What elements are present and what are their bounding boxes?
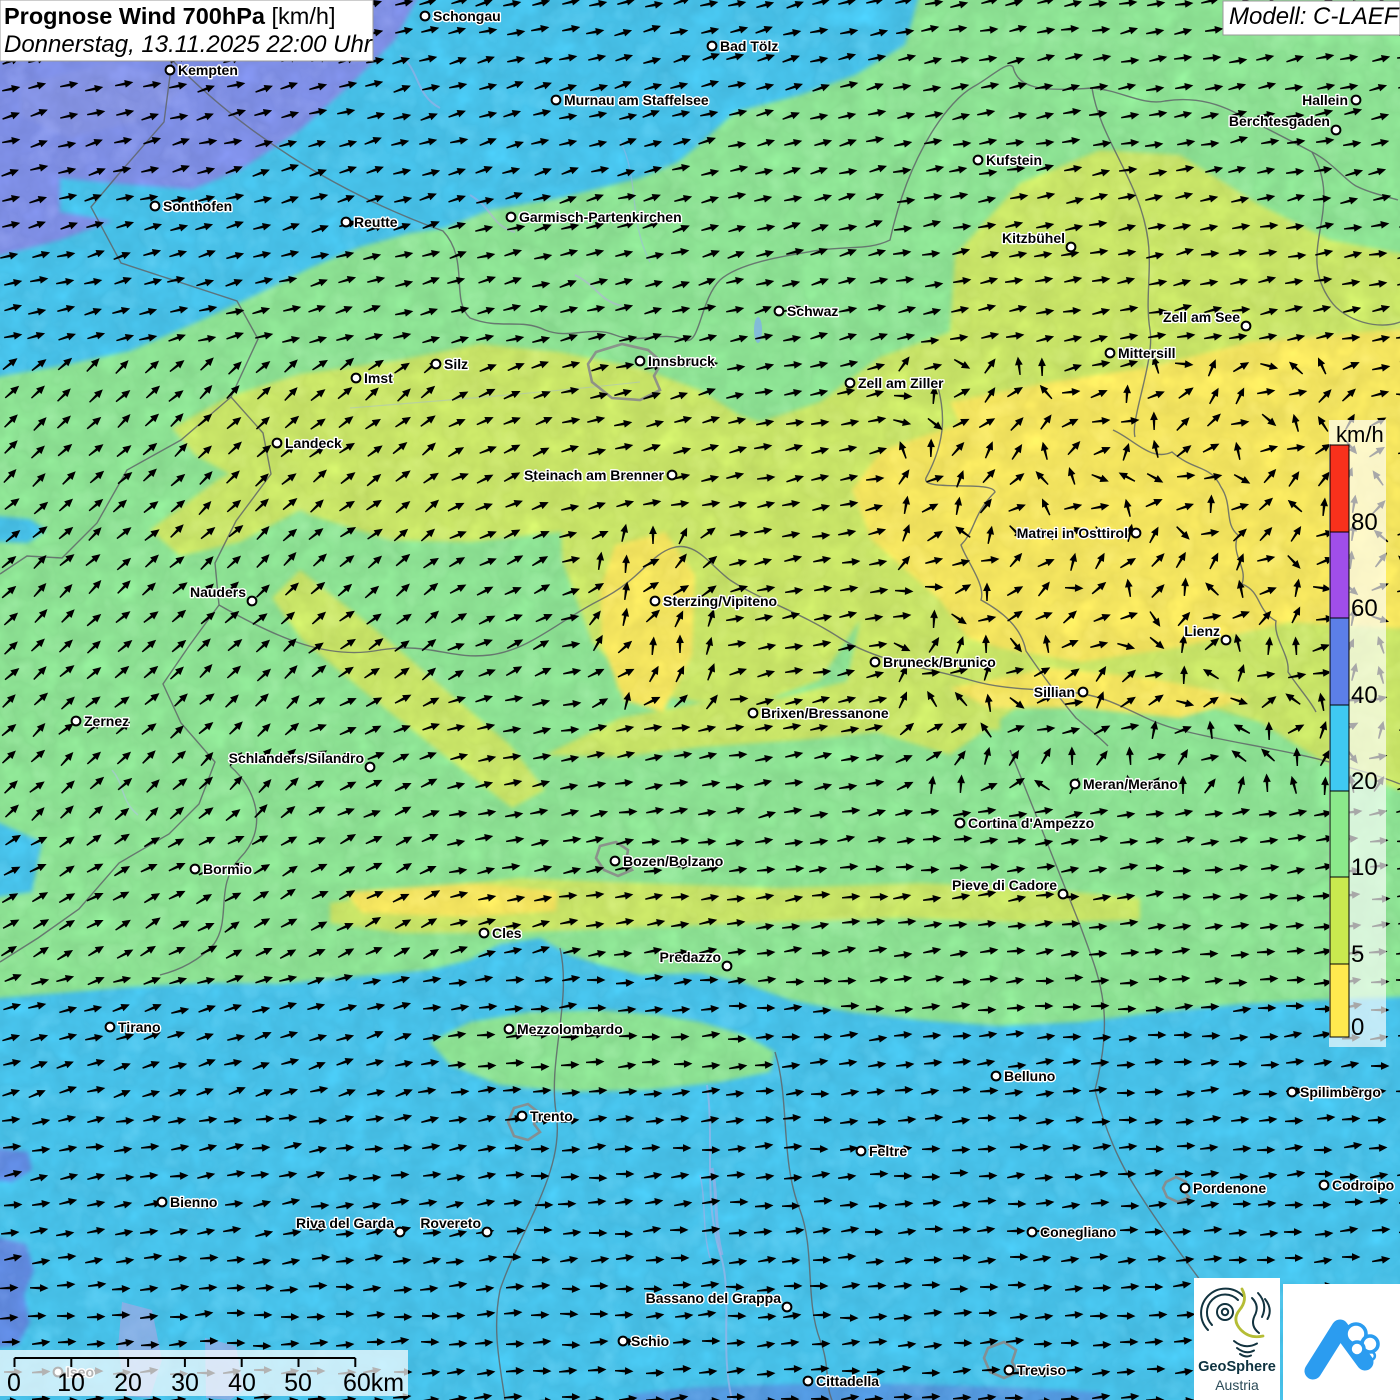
svg-text:Innsbruck: Innsbruck <box>648 353 715 369</box>
svg-text:Trento: Trento <box>530 1108 573 1124</box>
svg-text:Bormio: Bormio <box>203 861 252 877</box>
svg-text:Matrei in Osttirol: Matrei in Osttirol <box>1017 525 1128 541</box>
svg-text:40: 40 <box>228 1369 256 1397</box>
svg-text:Codroipo: Codroipo <box>1332 1177 1394 1193</box>
svg-text:60km: 60km <box>343 1369 404 1397</box>
svg-text:Berchtesgaden: Berchtesgaden <box>1229 113 1330 129</box>
svg-text:Austria: Austria <box>1215 1377 1259 1393</box>
svg-text:0: 0 <box>1351 1014 1364 1041</box>
svg-text:Schlanders/Silandro: Schlanders/Silandro <box>229 750 364 766</box>
svg-text:Imst: Imst <box>364 370 393 386</box>
svg-text:0: 0 <box>7 1369 21 1397</box>
svg-text:50: 50 <box>284 1369 312 1397</box>
svg-text:10: 10 <box>1351 854 1378 881</box>
svg-text:Nauders: Nauders <box>190 584 246 600</box>
svg-text:Modell: C-LAEF: Modell: C-LAEF <box>1229 3 1400 30</box>
svg-text:Sillian: Sillian <box>1034 684 1075 700</box>
svg-text:Reutte: Reutte <box>354 214 398 230</box>
svg-text:Belluno: Belluno <box>1004 1068 1055 1084</box>
svg-text:Pieve di Cadore: Pieve di Cadore <box>952 877 1057 893</box>
svg-text:Bienno: Bienno <box>170 1194 217 1210</box>
svg-text:Bassano del Grappa: Bassano del Grappa <box>646 1290 782 1306</box>
svg-text:Donnerstag, 13.11.2025 22:00 U: Donnerstag, 13.11.2025 22:00 Uhr <box>4 31 373 58</box>
svg-text:km/h: km/h <box>1336 422 1384 447</box>
svg-text:Cittadella: Cittadella <box>816 1373 879 1389</box>
svg-text:Rovereto: Rovereto <box>420 1215 481 1231</box>
svg-text:20: 20 <box>1351 768 1378 795</box>
svg-text:Sterzing/Vipiteno: Sterzing/Vipiteno <box>663 593 777 609</box>
svg-text:Spilimbergo: Spilimbergo <box>1300 1084 1381 1100</box>
svg-text:20: 20 <box>114 1369 142 1397</box>
svg-text:10: 10 <box>57 1369 85 1397</box>
svg-text:Zell am Ziller: Zell am Ziller <box>858 375 944 391</box>
svg-text:Kempten: Kempten <box>178 62 238 78</box>
svg-text:Pordenone: Pordenone <box>1193 1180 1266 1196</box>
svg-text:Steinach am Brenner: Steinach am Brenner <box>524 467 665 483</box>
svg-text:Cortina d'Ampezzo: Cortina d'Ampezzo <box>968 815 1094 831</box>
svg-text:Bruneck/Brunico: Bruneck/Brunico <box>883 654 996 670</box>
svg-text:Mittersill: Mittersill <box>1118 345 1176 361</box>
svg-text:Schongau: Schongau <box>433 8 501 24</box>
svg-text:Cles: Cles <box>492 925 522 941</box>
svg-text:40: 40 <box>1351 682 1378 709</box>
svg-text:Bad Tölz: Bad Tölz <box>720 38 778 54</box>
svg-text:Bozen/Bolzano: Bozen/Bolzano <box>623 853 723 869</box>
svg-text:Lienz: Lienz <box>1184 623 1220 639</box>
svg-text:Landeck: Landeck <box>285 435 342 451</box>
svg-text:80: 80 <box>1351 509 1378 536</box>
svg-text:Murnau am Staffelsee: Murnau am Staffelsee <box>564 92 709 108</box>
svg-text:Treviso: Treviso <box>1017 1362 1066 1378</box>
svg-text:Predazzo: Predazzo <box>660 949 721 965</box>
svg-text:Zernez: Zernez <box>84 713 129 729</box>
svg-text:Mezzolombardo: Mezzolombardo <box>517 1021 623 1037</box>
svg-text:Feltre: Feltre <box>869 1143 907 1159</box>
svg-text:60: 60 <box>1351 595 1378 622</box>
svg-text:Conegliano: Conegliano <box>1040 1224 1116 1240</box>
svg-text:Schio: Schio <box>631 1333 669 1349</box>
svg-text:Silz: Silz <box>444 356 468 372</box>
svg-text:5: 5 <box>1351 941 1364 968</box>
svg-text:Riva del Garda: Riva del Garda <box>296 1215 394 1231</box>
svg-text:Tirano: Tirano <box>118 1019 161 1035</box>
svg-text:Brixen/Bressanone: Brixen/Bressanone <box>761 705 889 721</box>
svg-text:Garmisch-Partenkirchen: Garmisch-Partenkirchen <box>519 209 682 225</box>
svg-text:Meran/Merano: Meran/Merano <box>1083 776 1178 792</box>
svg-text:Schwaz: Schwaz <box>787 303 838 319</box>
svg-text:GeoSphere: GeoSphere <box>1198 1359 1276 1375</box>
svg-text:30: 30 <box>171 1369 199 1397</box>
svg-text:Kitzbühel: Kitzbühel <box>1002 230 1065 246</box>
svg-text:Sonthofen: Sonthofen <box>163 198 232 214</box>
svg-text:Prognose Wind 700hPa [km/h]: Prognose Wind 700hPa [km/h] <box>4 3 335 29</box>
svg-text:Hallein: Hallein <box>1302 92 1348 108</box>
svg-text:Kufstein: Kufstein <box>986 152 1042 168</box>
svg-text:Zell am See: Zell am See <box>1163 309 1240 325</box>
